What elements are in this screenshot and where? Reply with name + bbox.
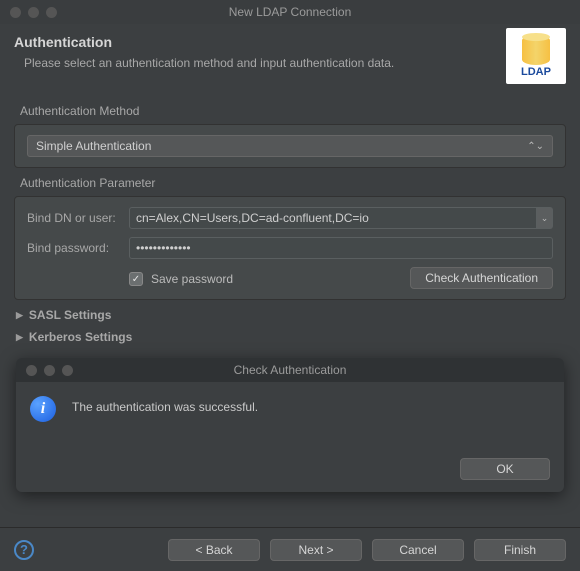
bind-dn-input[interactable]	[129, 207, 537, 229]
bind-password-label: Bind password:	[27, 241, 119, 255]
window-titlebar: New LDAP Connection	[0, 0, 580, 24]
auth-param-panel: Bind DN or user: ⌄ Bind password: ✓ Save…	[14, 196, 566, 300]
close-window-icon[interactable]	[10, 7, 21, 18]
triangle-right-icon: ▶	[16, 310, 23, 321]
auth-method-selected: Simple Authentication	[36, 139, 151, 153]
kerberos-settings-label: Kerberos Settings	[29, 330, 132, 344]
cancel-button[interactable]: Cancel	[372, 539, 464, 561]
back-button[interactable]: < Back	[168, 539, 260, 561]
close-dialog-icon[interactable]	[26, 365, 37, 376]
dialog-message: The authentication was successful.	[72, 400, 258, 414]
wizard-footer: ? < Back Next > Cancel Finish	[0, 527, 580, 571]
dropdown-chevron-icon: ⌃⌄	[527, 141, 544, 152]
finish-button[interactable]: Finish	[474, 539, 566, 561]
database-cylinder-icon	[522, 35, 550, 65]
help-icon[interactable]: ?	[14, 540, 34, 560]
sasl-settings-toggle[interactable]: ▶ SASL Settings	[16, 308, 566, 322]
auth-method-panel: Simple Authentication ⌃⌄	[14, 124, 566, 168]
bind-password-input[interactable]	[129, 237, 553, 259]
ok-button[interactable]: OK	[460, 458, 550, 480]
page-title: Authentication	[14, 34, 506, 50]
auth-method-label: Authentication Method	[20, 104, 566, 118]
window-title: New LDAP Connection	[0, 5, 580, 19]
dialog-traffic-lights	[16, 365, 73, 376]
traffic-lights	[0, 7, 57, 18]
page-subtitle: Please select an authentication method a…	[14, 56, 506, 70]
next-button[interactable]: Next >	[270, 539, 362, 561]
check-auth-dialog: Check Authentication i The authenticatio…	[16, 358, 564, 492]
ldap-icon: LDAP	[506, 28, 566, 84]
dialog-title: Check Authentication	[16, 363, 564, 377]
triangle-right-icon: ▶	[16, 332, 23, 343]
bind-dn-dropdown-icon[interactable]: ⌄	[537, 207, 553, 229]
minimize-dialog-icon[interactable]	[44, 365, 55, 376]
zoom-window-icon[interactable]	[46, 7, 57, 18]
bind-dn-label: Bind DN or user:	[27, 211, 119, 225]
wizard-header: Authentication Please select an authenti…	[0, 24, 580, 88]
minimize-window-icon[interactable]	[28, 7, 39, 18]
dialog-titlebar: Check Authentication	[16, 358, 564, 382]
zoom-dialog-icon[interactable]	[62, 365, 73, 376]
ldap-icon-label: LDAP	[521, 66, 551, 78]
auth-method-select[interactable]: Simple Authentication ⌃⌄	[27, 135, 553, 157]
save-password-checkbox[interactable]: ✓	[129, 272, 143, 286]
sasl-settings-label: SASL Settings	[29, 308, 111, 322]
auth-param-label: Authentication Parameter	[20, 176, 566, 190]
kerberos-settings-toggle[interactable]: ▶ Kerberos Settings	[16, 330, 566, 344]
info-icon: i	[30, 396, 56, 422]
save-password-label: Save password	[151, 272, 233, 286]
check-authentication-button[interactable]: Check Authentication	[410, 267, 553, 289]
